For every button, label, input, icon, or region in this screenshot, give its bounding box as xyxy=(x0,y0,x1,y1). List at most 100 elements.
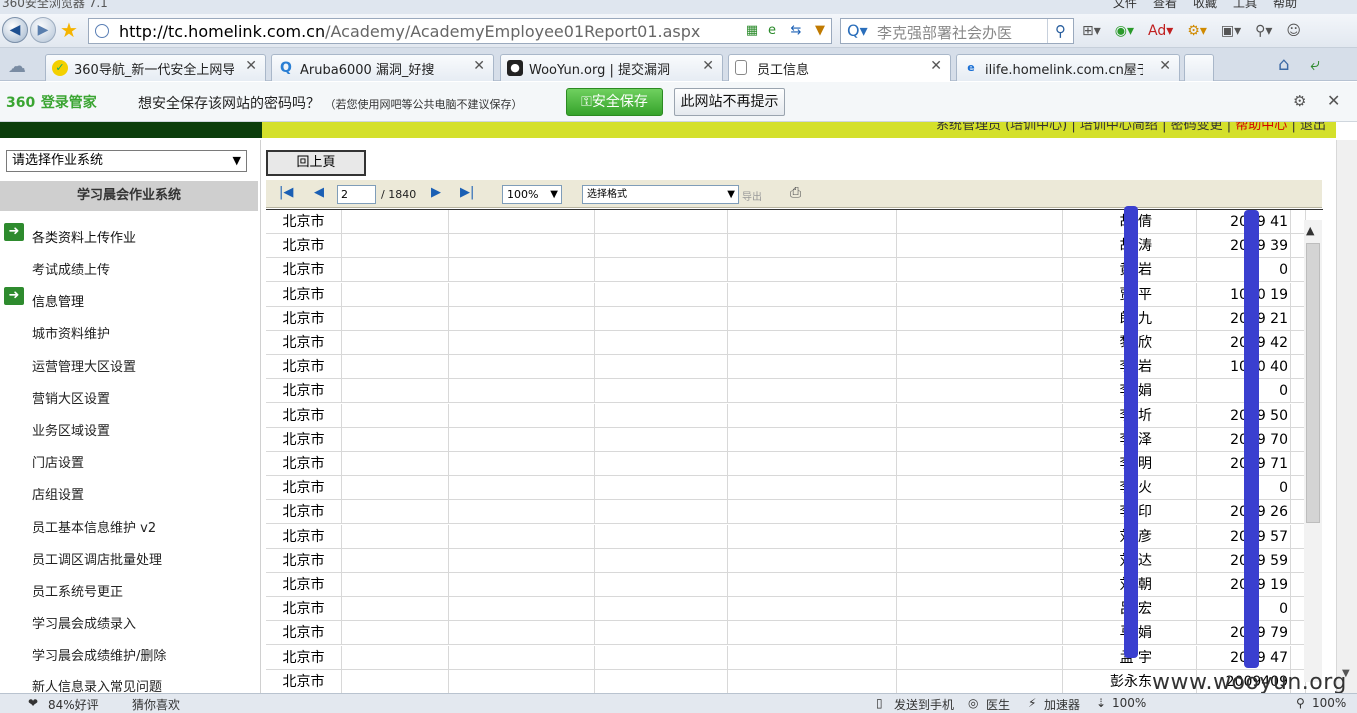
logout-link[interactable]: 退出 xyxy=(1300,122,1326,133)
favorite-star-icon[interactable]: ★ xyxy=(60,18,78,42)
empty-cell xyxy=(595,306,728,331)
sidebar-item-score-edit[interactable]: 学习晨会成绩维护/删除 xyxy=(32,645,166,664)
rating-text[interactable]: 84%好评 xyxy=(48,696,99,713)
grid-icon[interactable]: ⊞▾ xyxy=(1082,23,1101,39)
prev-page-icon[interactable]: ◀ xyxy=(314,185,324,200)
empty-cell xyxy=(342,355,449,380)
menu-file[interactable]: 文件 xyxy=(1113,0,1137,11)
close-icon[interactable]: ✕ xyxy=(1327,91,1340,110)
export-format-select[interactable]: 选择格式 ▼ xyxy=(582,185,739,204)
extension-icon[interactable]: ⚙▾ xyxy=(1187,23,1207,39)
address-bar[interactable]: http://tc.homelink.com.cn/Academy/Academ… xyxy=(88,18,832,44)
table-row: 北京市李 娟0 xyxy=(266,379,1306,404)
table-row: 北京市刘 朝2009 19 xyxy=(266,573,1306,597)
close-icon[interactable]: ✕ xyxy=(1159,58,1171,74)
send-to-phone-link[interactable]: 发送到手机 xyxy=(894,696,954,713)
search-engine-icon[interactable]: Q▾ xyxy=(847,21,868,40)
sidebar-item-store-group[interactable]: 店组设置 xyxy=(32,484,84,503)
never-prompt-button[interactable]: 此网站不再提示 xyxy=(674,88,785,116)
sidebar-item-exam-upload[interactable]: 考试成绩上传 xyxy=(32,259,110,278)
sidebar-item-city-data[interactable]: 城市资料维护 xyxy=(32,323,110,342)
zoom-icon[interactable]: ⚲▾ xyxy=(1255,23,1272,39)
empty-cell xyxy=(728,379,897,404)
tab-wooyun[interactable]: ● WooYun.org | 提交漏洞 ✕ xyxy=(500,54,723,81)
doctor-link[interactable]: 医生 xyxy=(986,696,1010,713)
intro-link[interactable]: 培训中心简绍 xyxy=(1080,122,1158,133)
empty-cell xyxy=(449,379,595,404)
sidebar-item-ops-region[interactable]: 运营管理大区设置 xyxy=(32,356,136,375)
back-button[interactable]: ◀ xyxy=(2,17,28,43)
search-input[interactable]: 李克强部署社会办医 xyxy=(877,22,1012,43)
header-green-band xyxy=(0,122,262,138)
export-link[interactable]: 导出 xyxy=(742,188,762,203)
search-box[interactable]: Q▾ 李克强部署社会办医 ⚲ xyxy=(840,18,1074,44)
guess-you-like-link[interactable]: 猜你喜欢 xyxy=(132,696,180,713)
back-page-button[interactable]: 回上頁 xyxy=(266,150,366,176)
first-page-icon[interactable]: |◀ xyxy=(279,185,293,200)
page-number-input[interactable]: 2 xyxy=(337,185,376,204)
last-page-icon[interactable]: ▶| xyxy=(460,185,474,200)
accelerator-link[interactable]: 加速器 xyxy=(1044,696,1080,713)
zoom-select[interactable]: 100% ▼ xyxy=(502,185,562,204)
sidebar-item-transfer-batch[interactable]: 员工调区调店批量处理 xyxy=(32,549,162,568)
empty-cell xyxy=(897,427,1063,452)
report-scroll-thumb[interactable] xyxy=(1306,243,1320,523)
page-scrollbar[interactable]: ▼ xyxy=(1336,140,1357,693)
city-cell: 北京市 xyxy=(266,621,342,646)
refresh-icon[interactable]: ⇆ xyxy=(787,22,805,40)
sidebar-item-business-area[interactable]: 业务区域设置 xyxy=(32,420,110,439)
shield-icon[interactable]: ◉▾ xyxy=(1115,23,1134,39)
sidebar-item-system-id-fix[interactable]: 员工系统号更正 xyxy=(32,581,123,600)
next-page-icon[interactable]: ▶ xyxy=(431,185,441,200)
cloud-icon[interactable]: ☁ xyxy=(8,56,26,77)
dropdown-icon[interactable]: ▼ xyxy=(811,22,829,40)
tab-360-nav[interactable]: ✓ 360导航_新一代安全上网导航 ✕ xyxy=(45,54,266,81)
close-icon[interactable]: ✕ xyxy=(245,58,257,74)
menu-favorites[interactable]: 收藏 xyxy=(1193,0,1217,11)
sidebar-item-employee-info[interactable]: 员工基本信息维护 v2 xyxy=(32,517,156,536)
sidebar-item-faq[interactable]: 新人信息录入常见问题 xyxy=(32,676,162,692)
city-cell: 北京市 xyxy=(266,500,342,525)
tab-haosou[interactable]: Q Aruba6000 漏洞_好搜 ✕ xyxy=(271,54,494,81)
menu-help[interactable]: 帮助 xyxy=(1273,0,1297,11)
password-change-link[interactable]: 密码变更 xyxy=(1171,122,1223,133)
tab-employee-info[interactable]: 员工信息 ✕ xyxy=(728,54,951,81)
sidebar-item-score-entry[interactable]: 学习晨会成绩录入 xyxy=(32,613,136,632)
page-zoom[interactable]: 100% xyxy=(1312,696,1346,710)
scroll-up-icon[interactable]: ▲ xyxy=(1306,224,1314,237)
address-toolbar: ◀ ▶ ★ http://tc.homelink.com.cn/Academy/… xyxy=(0,14,1357,48)
sidebar-item-store[interactable]: 门店设置 xyxy=(32,452,84,471)
system-select[interactable]: 请选择作业系统 ▼ xyxy=(6,150,247,172)
close-icon[interactable]: ✕ xyxy=(702,58,714,74)
menu-view[interactable]: 查看 xyxy=(1153,0,1177,11)
secure-save-button[interactable]: ⚿安全保存 xyxy=(566,88,663,116)
print-icon[interactable]: ⎙ xyxy=(790,185,801,201)
sidebar-item-sales-region[interactable]: 营销大区设置 xyxy=(32,388,110,407)
home-icon[interactable]: ⌂ xyxy=(1278,54,1289,75)
new-tab-button[interactable] xyxy=(1184,54,1214,81)
menu-tools[interactable]: 工具 xyxy=(1233,0,1257,11)
sidebar-item-info-management[interactable]: 信息管理 xyxy=(32,291,84,310)
sidebar-item-uploads[interactable]: 各类资料上传作业 xyxy=(32,227,136,246)
empty-cell xyxy=(449,282,595,307)
url-text[interactable]: http://tc.homelink.com.cn/Academy/Academ… xyxy=(119,22,700,41)
tab-ilife[interactable]: e ilife.homelink.com.cn屋于北京 ✕ xyxy=(956,54,1180,81)
close-icon[interactable]: ✕ xyxy=(473,58,485,74)
user-avatar-icon[interactable]: ☺ xyxy=(1286,23,1301,39)
close-icon[interactable]: ✕ xyxy=(930,58,942,74)
qrcode-icon[interactable]: ▦ xyxy=(743,22,761,40)
help-center-link[interactable]: 帮助中心 xyxy=(1235,122,1287,133)
search-icon[interactable]: ⚲ xyxy=(1047,19,1073,43)
tab-label: ilife.homelink.com.cn屋于北京 xyxy=(985,63,1143,78)
gear-icon[interactable]: ⚙ xyxy=(1293,92,1306,110)
download-percent[interactable]: 100% xyxy=(1112,696,1146,710)
compat-mode-icon[interactable]: e xyxy=(763,22,781,40)
menu-bar: 文件 查看 收藏 工具 帮助 xyxy=(1113,0,1297,11)
empty-cell xyxy=(595,452,728,476)
undo-close-icon[interactable]: ⤶ xyxy=(1310,54,1320,75)
forward-button[interactable]: ▶ xyxy=(30,17,56,43)
screenshot-icon[interactable]: ▣▾ xyxy=(1221,23,1241,39)
admin-link[interactable]: 系统管理员 (培训中心) xyxy=(936,122,1067,133)
pdf-icon[interactable]: Ad▾ xyxy=(1148,23,1173,39)
empty-cell xyxy=(897,403,1063,428)
